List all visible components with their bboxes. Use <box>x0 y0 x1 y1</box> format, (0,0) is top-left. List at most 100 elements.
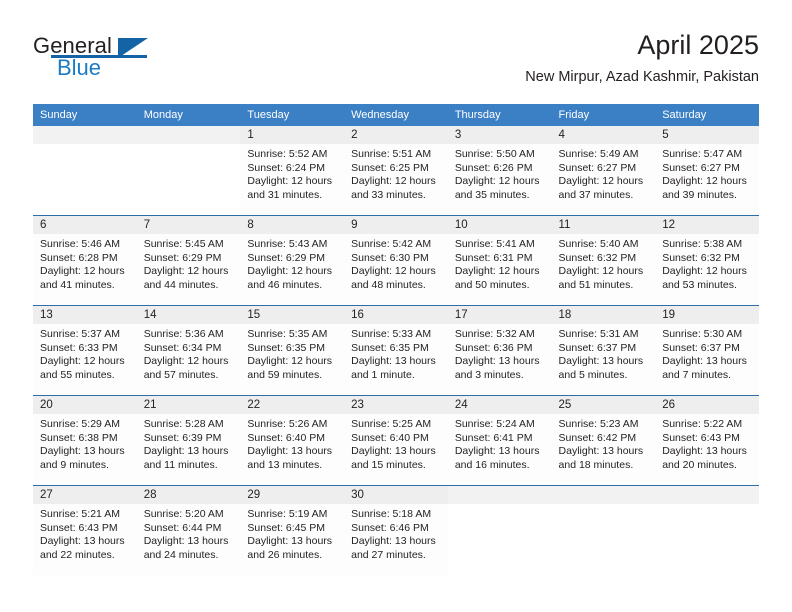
day-number: 28 <box>136 486 241 504</box>
day-number: 19 <box>655 306 759 324</box>
day-details: Sunrise: 5:45 AM Sunset: 6:29 PM Daylight:… <box>137 234 241 292</box>
sunrise-time: Sunrise: 5:31 AM <box>558 328 639 340</box>
logo-text-blue: Blue <box>57 55 102 80</box>
daylight-duration-line2: and 20 minutes. <box>662 458 737 471</box>
calendar-day-cell[interactable]: 12 Sunrise: 5:38 AM Sunset: 6:32 PM Dayligh… <box>655 215 759 306</box>
calendar-day-cell[interactable]: 17 Sunrise: 5:32 AM Sunset: 6:36 PM Dayligh… <box>447 305 552 396</box>
sunset-time: Sunset: 6:35 PM <box>247 341 326 354</box>
daylight-duration-line2: and 50 minutes. <box>454 278 530 291</box>
day-number: 24 <box>447 396 552 414</box>
calendar-day-cell[interactable]: 4 Sunrise: 5:49 AM Sunset: 6:27 PM Daylight… <box>551 126 656 216</box>
calendar-day-cell[interactable]: 5 Sunrise: 5:47 AM Sunset: 6:27 PM Daylight… <box>655 126 759 216</box>
sunset-time: Sunset: 6:30 PM <box>351 251 429 264</box>
calendar-day-cell[interactable]: 19 Sunrise: 5:30 AM Sunset: 6:37 PM Dayligh… <box>655 305 759 396</box>
daylight-duration-line1: Daylight: 12 hours <box>143 355 229 367</box>
sunset-time: Sunset: 6:32 PM <box>558 251 637 264</box>
day-details: Sunrise: 5:29 AM Sunset: 6:38 PM Daylight:… <box>33 414 137 472</box>
sunrise-time: Sunrise: 5:19 AM <box>247 508 328 520</box>
daylight-duration-line1: Daylight: 12 hours <box>247 355 333 367</box>
daylight-duration-line1: Daylight: 12 hours <box>558 265 644 277</box>
sunrise-sunset-calendar-table: Sunday Monday Tuesday Wednesday Thursday… <box>33 104 759 575</box>
calendar-day-cell[interactable]: 30 Sunrise: 5:18 AM Sunset: 6:46 PM Dayligh… <box>344 485 448 575</box>
calendar-day-cell[interactable]: 9 Sunrise: 5:42 AM Sunset: 6:30 PM Daylight… <box>344 215 448 306</box>
sunrise-time: Sunrise: 5:47 AM <box>662 148 743 160</box>
calendar-day-cell[interactable]: 26 Sunrise: 5:22 AM Sunset: 6:43 PM Dayligh… <box>655 395 759 486</box>
day-details: Sunrise: 5:42 AM Sunset: 6:30 PM Daylight:… <box>344 234 448 292</box>
day-header-tuesday: Tuesday <box>240 104 345 126</box>
daylight-duration-line2: and 18 minutes. <box>558 458 634 471</box>
calendar-day-cell[interactable]: 22 Sunrise: 5:26 AM Sunset: 6:40 PM Dayligh… <box>240 395 345 486</box>
calendar-day-cell[interactable]: 8 Sunrise: 5:43 AM Sunset: 6:29 PM Daylight… <box>240 215 345 306</box>
calendar-week-row: 20 Sunrise: 5:29 AM Sunset: 6:38 PM Dayligh… <box>33 395 759 486</box>
sunset-time: Sunset: 6:36 PM <box>454 341 533 354</box>
daylight-duration-line2: and 59 minutes. <box>247 368 323 381</box>
calendar-day-cell[interactable]: 6 Sunrise: 5:46 AM Sunset: 6:28 PM Daylight… <box>33 215 137 306</box>
day-number: 26 <box>655 396 759 414</box>
daylight-duration-line2: and 24 minutes. <box>143 548 219 561</box>
calendar-day-cell[interactable]: 20 Sunrise: 5:29 AM Sunset: 6:38 PM Dayligh… <box>33 395 137 486</box>
calendar-day-cell[interactable]: 27 Sunrise: 5:21 AM Sunset: 6:43 PM Dayligh… <box>33 485 137 575</box>
daylight-duration-line2: and 15 minutes. <box>351 458 426 471</box>
day-number: 18 <box>551 306 656 324</box>
calendar-day-cell[interactable]: 13 Sunrise: 5:37 AM Sunset: 6:33 PM Dayligh… <box>33 305 137 396</box>
calendar-day-cell[interactable]: 18 Sunrise: 5:31 AM Sunset: 6:37 PM Dayligh… <box>551 305 656 396</box>
day-number: 9 <box>344 216 448 234</box>
day-number: 17 <box>447 306 552 324</box>
calendar-day-cell[interactable]: 3 Sunrise: 5:50 AM Sunset: 6:26 PM Daylight… <box>447 126 552 216</box>
calendar-day-cell[interactable]: 24 Sunrise: 5:24 AM Sunset: 6:41 PM Dayligh… <box>447 395 552 486</box>
day-cell-empty <box>136 126 241 215</box>
calendar-header: Sunday Monday Tuesday Wednesday Thursday… <box>33 104 759 126</box>
daylight-duration-line1: Daylight: 12 hours <box>351 265 436 277</box>
page-title: April 2025 <box>637 30 759 60</box>
daylight-duration-line2: and 55 minutes. <box>40 368 115 381</box>
daylight-duration-line2: and 44 minutes. <box>143 278 219 291</box>
sunrise-time: Sunrise: 5:43 AM <box>247 238 328 250</box>
day-number: 16 <box>344 306 448 324</box>
daylight-duration-line2: and 26 minutes. <box>247 548 323 561</box>
daylight-duration-line2: and 9 minutes. <box>40 458 109 471</box>
calendar-day-cell[interactable]: 10 Sunrise: 5:41 AM Sunset: 6:31 PM Dayligh… <box>447 215 552 306</box>
calendar-day-cell[interactable]: 29 Sunrise: 5:19 AM Sunset: 6:45 PM Dayligh… <box>240 485 345 575</box>
calendar-day-cell[interactable]: 28 Sunrise: 5:20 AM Sunset: 6:44 PM Dayligh… <box>136 485 241 575</box>
day-cell: 13 Sunrise: 5:37 AM Sunset: 6:33 PM Dayligh… <box>33 306 137 395</box>
daylight-duration-line1: Daylight: 13 hours <box>247 445 333 457</box>
sunrise-time: Sunrise: 5:49 AM <box>558 148 639 160</box>
day-cell: 6 Sunrise: 5:46 AM Sunset: 6:28 PM Daylight… <box>33 216 137 305</box>
daylight-duration-line2: and 35 minutes. <box>454 188 530 201</box>
calendar-day-cell[interactable]: 1 Sunrise: 5:52 AM Sunset: 6:24 PM Daylight… <box>240 126 345 216</box>
calendar-day-cell <box>136 126 241 216</box>
sunset-time: Sunset: 6:26 PM <box>454 161 533 174</box>
day-cell: 19 Sunrise: 5:30 AM Sunset: 6:37 PM Dayligh… <box>655 306 759 395</box>
daylight-duration-line1: Daylight: 12 hours <box>558 175 644 187</box>
calendar-day-cell[interactable]: 11 Sunrise: 5:40 AM Sunset: 6:32 PM Dayligh… <box>551 215 656 306</box>
day-details: Sunrise: 5:32 AM Sunset: 6:36 PM Daylight:… <box>448 324 552 382</box>
sunset-time: Sunset: 6:39 PM <box>143 431 222 444</box>
day-number: 8 <box>240 216 345 234</box>
calendar-day-cell[interactable]: 15 Sunrise: 5:35 AM Sunset: 6:35 PM Dayligh… <box>240 305 345 396</box>
day-details: Sunrise: 5:46 AM Sunset: 6:28 PM Daylight:… <box>33 234 137 292</box>
daylight-duration-line1: Daylight: 12 hours <box>247 175 333 187</box>
day-header-sunday: Sunday <box>33 104 137 126</box>
sunrise-time: Sunrise: 5:20 AM <box>143 508 224 520</box>
day-number: 2 <box>344 126 448 144</box>
sunset-time: Sunset: 6:32 PM <box>662 251 740 264</box>
daylight-duration-line2: and 31 minutes. <box>247 188 323 201</box>
calendar-day-cell[interactable]: 2 Sunrise: 5:51 AM Sunset: 6:25 PM Daylight… <box>344 126 448 216</box>
general-blue-logo[interactable]: General Blue <box>33 33 233 87</box>
day-number: 13 <box>33 306 137 324</box>
title-block: April 2025 New Mirpur, Azad Kashmir, Pak… <box>525 28 759 88</box>
day-details: Sunrise: 5:25 AM Sunset: 6:40 PM Daylight:… <box>344 414 448 472</box>
calendar-day-cell[interactable]: 25 Sunrise: 5:23 AM Sunset: 6:42 PM Dayligh… <box>551 395 656 486</box>
calendar-day-cell[interactable]: 21 Sunrise: 5:28 AM Sunset: 6:39 PM Dayligh… <box>136 395 241 486</box>
calendar-day-cell[interactable]: 23 Sunrise: 5:25 AM Sunset: 6:40 PM Dayligh… <box>344 395 448 486</box>
calendar-day-cell[interactable]: 7 Sunrise: 5:45 AM Sunset: 6:29 PM Daylight… <box>136 215 241 306</box>
day-details: Sunrise: 5:18 AM Sunset: 6:46 PM Daylight:… <box>344 504 448 562</box>
daylight-duration-line1: Daylight: 12 hours <box>40 265 125 277</box>
day-details: Sunrise: 5:43 AM Sunset: 6:29 PM Daylight:… <box>240 234 344 292</box>
calendar-day-cell[interactable]: 14 Sunrise: 5:36 AM Sunset: 6:34 PM Dayligh… <box>136 305 241 396</box>
daylight-duration-line1: Daylight: 12 hours <box>662 265 747 277</box>
sunrise-time: Sunrise: 5:37 AM <box>40 328 120 340</box>
sunrise-time: Sunrise: 5:41 AM <box>454 238 535 250</box>
calendar-day-cell[interactable]: 16 Sunrise: 5:33 AM Sunset: 6:35 PM Dayligh… <box>344 305 448 396</box>
day-details: Sunrise: 5:40 AM Sunset: 6:32 PM Daylight:… <box>552 234 656 292</box>
